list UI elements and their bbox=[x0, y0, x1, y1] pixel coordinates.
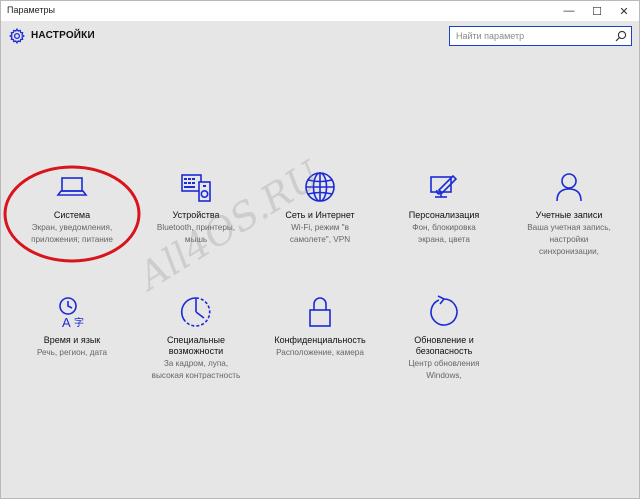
time-language-icon: A 字 bbox=[59, 297, 84, 329]
svg-text:字: 字 bbox=[74, 316, 84, 329]
tile-title: Учетные записи bbox=[535, 210, 603, 220]
tile-personalization[interactable]: Персонализация Фон, блокировка экрана, ц… bbox=[385, 170, 503, 245]
accessibility-icon bbox=[180, 297, 211, 327]
maximize-icon: ☐ bbox=[592, 5, 602, 18]
tile-title: возможности bbox=[168, 346, 224, 356]
close-button[interactable]: ✕ bbox=[611, 1, 637, 21]
tile-subtitle: Windows, bbox=[426, 371, 462, 380]
search-input[interactable] bbox=[456, 29, 601, 43]
page-title: НАСТРОЙКИ bbox=[31, 30, 95, 41]
tile-update-security[interactable]: Обновление и безопасность Центр обновлен… bbox=[385, 295, 503, 381]
tile-subtitle: Центр обновления bbox=[408, 359, 480, 368]
annotation-ellipse bbox=[3, 165, 141, 263]
tile-subtitle: экрана, цвета bbox=[418, 235, 470, 244]
tile-title: Время и язык bbox=[43, 335, 101, 345]
settings-content: Система Экран, уведомления, приложения; … bbox=[1, 53, 639, 498]
update-icon bbox=[430, 295, 458, 326]
tile-subtitle: Фон, блокировка bbox=[412, 223, 476, 232]
tile-accessibility[interactable]: Специальные возможности За кадром, лупа,… bbox=[137, 295, 255, 381]
tile-subtitle: Расположение, камера bbox=[276, 348, 364, 357]
search-icon[interactable] bbox=[615, 30, 627, 42]
tile-title: Специальные bbox=[167, 335, 225, 345]
paint-icon bbox=[430, 174, 458, 198]
tile-title: безопасность bbox=[415, 346, 473, 356]
tile-subtitle: Речь, регион, дата bbox=[36, 348, 108, 357]
minimize-button[interactable]: — bbox=[556, 1, 582, 21]
lock-icon bbox=[309, 297, 331, 327]
tile-privacy[interactable]: Конфиденциальность Расположение, камера bbox=[261, 295, 379, 358]
gear-icon bbox=[9, 28, 25, 44]
tile-title: Персонализация bbox=[408, 210, 480, 220]
tile-subtitle: настройки bbox=[549, 235, 589, 244]
settings-window: Параметры — ☐ ✕ НАСТРОЙКИ Найти параметр… bbox=[0, 0, 640, 499]
tile-title: Конфиденциальность bbox=[274, 335, 366, 345]
tile-subtitle: Ваша учетная запись, bbox=[527, 223, 611, 232]
tile-subtitle: самолете", VPN bbox=[289, 235, 351, 244]
tile-subtitle: За кадром, лупа, bbox=[163, 359, 229, 368]
devices-icon bbox=[181, 174, 211, 202]
tile-subtitle: синхронизации, bbox=[539, 247, 599, 256]
search-box[interactable] bbox=[449, 26, 632, 46]
person-icon bbox=[556, 173, 582, 202]
tile-title: Обновление и bbox=[414, 335, 474, 345]
tile-subtitle: высокая контрастность bbox=[151, 371, 241, 380]
tile-accounts[interactable]: Учетные записи Ваша учетная запись, наст… bbox=[510, 170, 628, 257]
minimize-icon: — bbox=[563, 5, 575, 17]
tile-time-language[interactable]: A 字 Время и язык Речь, регион, дата bbox=[13, 295, 131, 358]
svg-text:A: A bbox=[62, 315, 71, 329]
close-icon: ✕ bbox=[619, 5, 629, 18]
maximize-button[interactable]: ☐ bbox=[584, 1, 610, 21]
settings-header: НАСТРОЙКИ bbox=[1, 21, 639, 53]
title-bar[interactable]: Параметры — ☐ ✕ bbox=[1, 1, 639, 21]
window-title: Параметры bbox=[7, 5, 55, 15]
tile-subtitle: Wi-Fi, режим "в bbox=[291, 223, 349, 232]
